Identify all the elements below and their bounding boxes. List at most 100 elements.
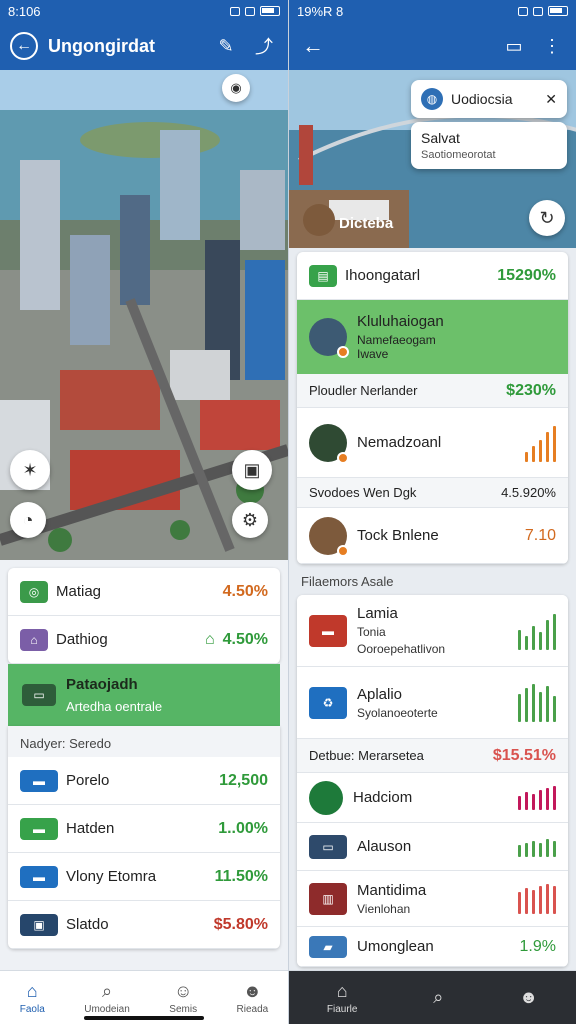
asset-list: ▬ Lamia Tonia Ooroepehatlivon ♻ Aplalio … <box>297 595 568 967</box>
metro-icon: ▣ <box>20 913 58 936</box>
left-pane: 8:106 ← Ungongirdat ✎ ⤴ ✶ ▣ ◔ ⚙ ◉ ◎ Mati… <box>0 0 288 1024</box>
image-gallery-icon[interactable]: ▣ <box>232 450 272 490</box>
signal-icon <box>518 6 528 16</box>
nav-group[interactable]: ☺ Semis <box>169 981 197 1015</box>
list-item[interactable]: Tock Bnlene 7.10 <box>297 508 568 564</box>
nav-home[interactable]: ⌂ Fiaurle <box>327 981 358 1015</box>
city-aerial-image: ✶ ▣ ◔ ⚙ ◉ <box>0 70 288 560</box>
settings-icon[interactable]: ⚙ <box>232 502 268 538</box>
home-indicator <box>84 1016 204 1020</box>
bus-icon: ▬ <box>309 614 347 647</box>
page-title: Ungongirdat <box>48 35 155 56</box>
map-avatar <box>309 423 349 464</box>
hero-label: Dicteba <box>339 215 394 232</box>
harbor-image: ◍ Uodiocsia ✕ Salvat Saotiomeorotat Dict… <box>289 70 576 248</box>
list-item[interactable]: ▰ Umonglean 1.9% <box>297 927 568 967</box>
nav-search[interactable]: ⌕ <box>433 987 443 1008</box>
location-icon[interactable]: ◔ <box>10 502 46 538</box>
location-popup[interactable]: ◍ Uodiocsia ✕ <box>411 80 567 118</box>
camera-icon[interactable]: ◉ <box>222 74 250 102</box>
home-icon: ⌂ <box>26 980 38 1001</box>
bar-sparkline <box>518 785 556 810</box>
list-item[interactable]: ▭ Alauson <box>297 823 568 871</box>
pen-icon[interactable]: ✎ <box>212 32 240 60</box>
list-item[interactable]: Hadciom <box>297 773 568 823</box>
list-item[interactable]: ▥ Mantidima Vienlohan <box>297 871 568 927</box>
person-icon: ☻ <box>242 980 262 1001</box>
back-arrow-icon[interactable]: ← <box>299 32 327 60</box>
wifi-icon <box>533 6 543 16</box>
list-item[interactable]: Detbue: Merarsetea $15.51% <box>297 739 568 773</box>
list-item[interactable]: ⌂ Dathiog ⌂ 4.50% <box>8 616 280 664</box>
compass-icon[interactable]: ✶ <box>10 450 50 490</box>
ledger-icon: ▤ <box>309 264 337 287</box>
more-vert-icon[interactable]: ⋮ <box>538 32 566 60</box>
highlight-row[interactable]: Kluluhaiogan Namefaeogam Iwave <box>297 300 568 374</box>
vehicle-avatar <box>309 318 349 358</box>
bar-sparkline <box>518 683 556 722</box>
share-icon[interactable]: ⤴ <box>250 32 278 60</box>
info-popup[interactable]: Salvat Saotiomeorotat <box>411 122 567 169</box>
list-item[interactable]: Svodoes Wen Dgk 4.5.920% <box>297 478 568 508</box>
globe-icon: ◍ <box>421 88 443 110</box>
bar-sparkline <box>525 424 556 462</box>
status-bar: 19%R 8 <box>289 0 576 22</box>
list-item[interactable]: ▬ Hatden 1..00% <box>8 805 280 853</box>
status-time: 19%R 8 <box>297 3 344 19</box>
list-item[interactable]: ▬ Vlony Etomra 11.50% <box>8 853 280 901</box>
list-item[interactable]: ▣ Slatdo $5.80% <box>8 901 280 949</box>
globe-icon <box>309 780 343 815</box>
person-icon: ☻ <box>519 987 539 1007</box>
transport-list: Nadyer: Seredo ▬ Porelo 12,500 ▬ Hatden … <box>8 726 280 949</box>
refresh-icon[interactable]: ↻ <box>529 200 565 236</box>
list-item[interactable]: Ploudler Nerlander $230% <box>297 374 568 408</box>
bar-sparkline <box>518 612 556 650</box>
list-item[interactable]: ▬ Lamia Tonia Ooroepehatlivon <box>297 595 568 667</box>
bar-sparkline <box>518 883 556 914</box>
list-item[interactable]: ◎ Matiag 4.50% <box>8 568 280 616</box>
status-bar: 8:106 <box>0 0 288 22</box>
list-item[interactable]: ♻ Aplalio Syolanoeoterte <box>297 667 568 739</box>
list-item[interactable]: ▤ Ihoongatarl 15290% <box>297 252 568 300</box>
signal-icon <box>230 6 240 16</box>
status-icons <box>230 6 280 16</box>
right-pane: 19%R 8 ← ▭ ⋮ ◍ Uodiocsia ✕ Salvat Saotio… <box>288 0 576 1024</box>
list-item[interactable]: ▬ Porelo 12,500 <box>8 757 280 805</box>
bottom-navigation: ⌂ Faola ⌕ Umodeian ☺ Semis ☻ Rieada <box>0 970 288 1024</box>
app-bar: ← ▭ ⋮ <box>289 22 576 70</box>
notification-icon[interactable]: ▭ <box>500 32 528 60</box>
search-icon: ⌕ <box>101 980 113 1001</box>
group-icon: ☺ <box>173 980 193 1001</box>
home-icon: ⌂ <box>336 980 348 1001</box>
nav-profile[interactable]: ☻ <box>519 987 538 1008</box>
chart-icon: ◎ <box>20 580 48 603</box>
bus-icon: ▬ <box>20 769 58 792</box>
home-small-icon: ⌂ <box>204 630 215 648</box>
train-icon: ▭ <box>309 834 347 859</box>
status-time: 8:106 <box>8 3 41 19</box>
vehicle-avatar <box>309 516 349 557</box>
search-icon: ⌕ <box>433 987 444 1007</box>
nav-search[interactable]: ⌕ Umodeian <box>84 981 130 1015</box>
nav-home[interactable]: ⌂ Faola <box>20 981 45 1015</box>
recycle-icon: ♻ <box>309 686 347 719</box>
wifi-icon <box>245 6 255 16</box>
close-icon[interactable]: ✕ <box>545 91 557 108</box>
battery-icon <box>260 6 280 16</box>
back-arrow-icon[interactable]: ← <box>10 32 38 60</box>
tram-icon: ▬ <box>20 865 58 888</box>
battery-icon <box>548 6 568 16</box>
section-header: Nadyer: Seredo <box>8 726 280 757</box>
container-icon: ▥ <box>309 882 347 915</box>
bottom-navigation: ⌂ Fiaurle ⌕ ☻ <box>289 970 576 1024</box>
train-icon: ▬ <box>20 817 58 840</box>
nav-profile[interactable]: ☻ Rieada <box>237 981 269 1015</box>
highlight-banner[interactable]: ▭ Pataojadh Artedha oentrale <box>8 664 280 726</box>
section-header: Filaemors Asale <box>301 574 394 589</box>
bar-sparkline <box>518 837 556 857</box>
summary-card: ▤ Ihoongatarl 15290% Kluluhaiogan Namefa… <box>297 252 568 564</box>
list-item[interactable]: Nemadzoanl <box>297 408 568 478</box>
stats-card: ◎ Matiag 4.50% ⌂ Dathiog ⌂ 4.50% <box>8 568 280 664</box>
bus-icon: ▭ <box>22 684 56 706</box>
building-icon: ⌂ <box>20 628 48 651</box>
